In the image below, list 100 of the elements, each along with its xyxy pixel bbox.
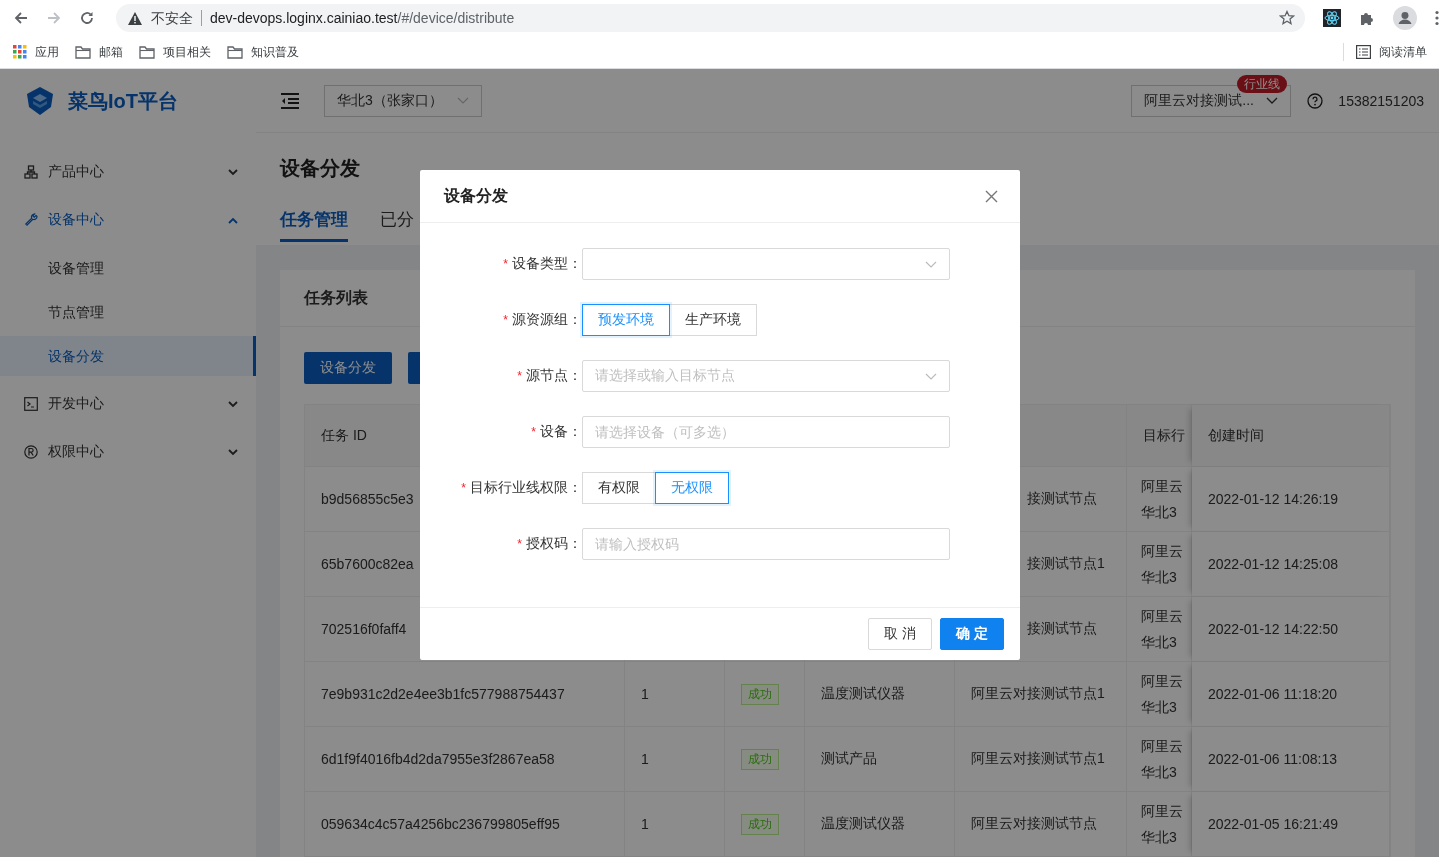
sidebar-submenu-item[interactable]: 节点管理 bbox=[0, 292, 256, 332]
address-bar[interactable]: 不安全 dev-devops.loginx.cainiao.test/#/device/distribute bbox=[115, 4, 1306, 32]
required-mark: * bbox=[531, 425, 536, 439]
bookmark-link[interactable]: 应用 bbox=[35, 43, 59, 61]
table-cell: 2022-01-06 11:08:13 bbox=[1208, 751, 1337, 767]
table-cell-text: 华北3 bbox=[1141, 568, 1177, 587]
required-mark: * bbox=[461, 481, 466, 495]
table-cell: 1 bbox=[641, 816, 649, 832]
caret-icon bbox=[925, 260, 937, 268]
table-cell: 2022-01-12 14:26:19 bbox=[1208, 491, 1338, 507]
required-mark: * bbox=[503, 257, 508, 271]
sidebar-menu-item[interactable]: 权限中心 bbox=[0, 428, 256, 476]
bookmark-link[interactable]: 知识普及 bbox=[251, 43, 299, 61]
table-cell: 温度测试仪器 bbox=[821, 815, 905, 833]
required-mark: * bbox=[503, 313, 508, 327]
user-phone[interactable]: 15382151203 bbox=[1338, 92, 1424, 109]
table-cell: 温度测试仪器 bbox=[821, 685, 905, 703]
sidebar-submenu-item[interactable]: 设备管理 bbox=[0, 248, 256, 288]
table-cell: 接测试节点 bbox=[1027, 620, 1097, 638]
caret-icon bbox=[925, 372, 937, 380]
caret-icon bbox=[1266, 97, 1279, 104]
table-cell-text: 阿里云 bbox=[1141, 542, 1183, 561]
table-cell: 接测试节点1 bbox=[1027, 555, 1105, 573]
atom-icon[interactable] bbox=[1323, 9, 1342, 27]
reading-list-link[interactable]: 阅读清单 bbox=[1379, 43, 1427, 61]
radio-button[interactable]: 无权限 bbox=[655, 472, 729, 504]
table-cell-text: 阿里云 bbox=[1141, 802, 1183, 821]
table-cell: 2022-01-12 14:25:08 bbox=[1208, 556, 1338, 572]
table-cell-text: 阿里云 bbox=[1141, 607, 1183, 626]
puzzle-icon[interactable] bbox=[1359, 10, 1375, 26]
wrench-icon bbox=[24, 213, 38, 227]
menu-fold-icon[interactable] bbox=[280, 92, 300, 109]
table-cell: 2022-01-05 16:21:49 bbox=[1208, 816, 1338, 832]
star-icon[interactable] bbox=[1279, 10, 1296, 26]
radio-button[interactable]: 有权限 bbox=[582, 472, 656, 504]
select-field[interactable] bbox=[582, 248, 950, 280]
table-cell-text: 华北3 bbox=[1141, 698, 1177, 717]
logo-icon bbox=[24, 85, 56, 117]
field-label: 目标行业线权限： bbox=[470, 479, 582, 497]
table-cell: 测试产品 bbox=[821, 750, 877, 768]
cancel-button[interactable]: 取 消 bbox=[868, 618, 932, 650]
table-cell-text: 华北3 bbox=[1141, 763, 1177, 782]
table-cell-text: 华北3 bbox=[1141, 503, 1177, 522]
menu-icon[interactable] bbox=[1435, 10, 1439, 26]
logo-text: 菜鸟IoT平台 bbox=[68, 88, 178, 114]
reload-icon[interactable] bbox=[78, 10, 95, 26]
industry-badge: 行业线 bbox=[1237, 74, 1288, 93]
apps-grid-icon[interactable] bbox=[13, 45, 27, 59]
distribute-button[interactable]: 设备分发 bbox=[304, 352, 392, 384]
avatar-icon[interactable] bbox=[1393, 6, 1417, 30]
table-cell: 7e9b931c2d2e4ee3b1fc577988754437 bbox=[321, 686, 565, 702]
table-cell: 65b7600c82ea bbox=[321, 556, 414, 572]
required-mark: * bbox=[517, 537, 522, 551]
url-path: /#/device/distribute bbox=[397, 10, 515, 26]
table-cell: 1 bbox=[641, 751, 649, 767]
table-cell: 阿里云对接测试节点 bbox=[971, 815, 1097, 833]
bookmark-link[interactable]: 项目相关 bbox=[163, 43, 211, 61]
help-icon[interactable] bbox=[1307, 92, 1324, 109]
sidebar-menu-item[interactable]: 产品中心 bbox=[0, 148, 256, 196]
required-mark: * bbox=[517, 369, 522, 383]
field-label: 设备类型： bbox=[512, 255, 582, 273]
table-cell-text: 阿里云 bbox=[1141, 737, 1183, 756]
security-label: 不安全 bbox=[150, 10, 202, 26]
close-icon[interactable] bbox=[985, 189, 998, 203]
sidebar-submenu-item[interactable]: 设备分发 bbox=[0, 336, 256, 376]
table-cell: 阿里云对接测试节点1 bbox=[971, 685, 1105, 703]
sidebar-menu-item[interactable]: 开发中心 bbox=[0, 380, 256, 428]
tab[interactable]: 任务管理 bbox=[280, 208, 348, 242]
table-cell: 接测试节点 bbox=[1027, 490, 1097, 508]
caret-icon bbox=[457, 97, 469, 104]
status-tag: 成功 bbox=[741, 813, 779, 835]
back-icon[interactable] bbox=[13, 10, 29, 26]
tab[interactable]: 已分 bbox=[380, 208, 414, 242]
field-label: 源节点： bbox=[526, 367, 582, 385]
bookmark-link[interactable]: 邮箱 bbox=[99, 43, 123, 61]
status-tag: 成功 bbox=[741, 748, 779, 770]
folder-icon[interactable] bbox=[75, 45, 91, 59]
page-title: 设备分发 bbox=[280, 156, 361, 181]
field-label: 源资源组： bbox=[512, 311, 582, 329]
region-select[interactable]: 华北3（张家口） bbox=[324, 84, 482, 117]
table-cell: 702516f0faff4 bbox=[321, 621, 407, 637]
table-cell-text: 阿里云 bbox=[1141, 477, 1183, 496]
column-header: 任务 ID bbox=[321, 426, 367, 445]
input-field[interactable]: 请输入授权码 bbox=[582, 528, 950, 560]
table-cell: 2022-01-06 11:18:20 bbox=[1208, 686, 1337, 702]
radio-button[interactable]: 预发环境 bbox=[582, 304, 670, 336]
table-cell: 2022-01-12 14:22:50 bbox=[1208, 621, 1338, 637]
table-cell: 6d1f9f4016fb4d2da7955e3f2867ea58 bbox=[321, 751, 555, 767]
url-host: dev-devops.loginx.cainiao.test bbox=[209, 10, 398, 26]
warning-icon bbox=[127, 11, 142, 25]
field-label: 授权码： bbox=[526, 535, 582, 553]
list-icon[interactable] bbox=[1356, 45, 1371, 59]
status-tag: 成功 bbox=[741, 683, 779, 705]
folder-icon[interactable] bbox=[139, 45, 155, 59]
card-title: 任务列表 bbox=[304, 287, 368, 308]
radio-button[interactable]: 生产环境 bbox=[669, 304, 757, 336]
confirm-button[interactable]: 确 定 bbox=[940, 618, 1004, 650]
sidebar-menu-item[interactable]: 设备中心 bbox=[0, 196, 256, 244]
input-field[interactable]: 请选择设备（可多选） bbox=[582, 416, 950, 448]
folder-icon[interactable] bbox=[227, 45, 243, 59]
